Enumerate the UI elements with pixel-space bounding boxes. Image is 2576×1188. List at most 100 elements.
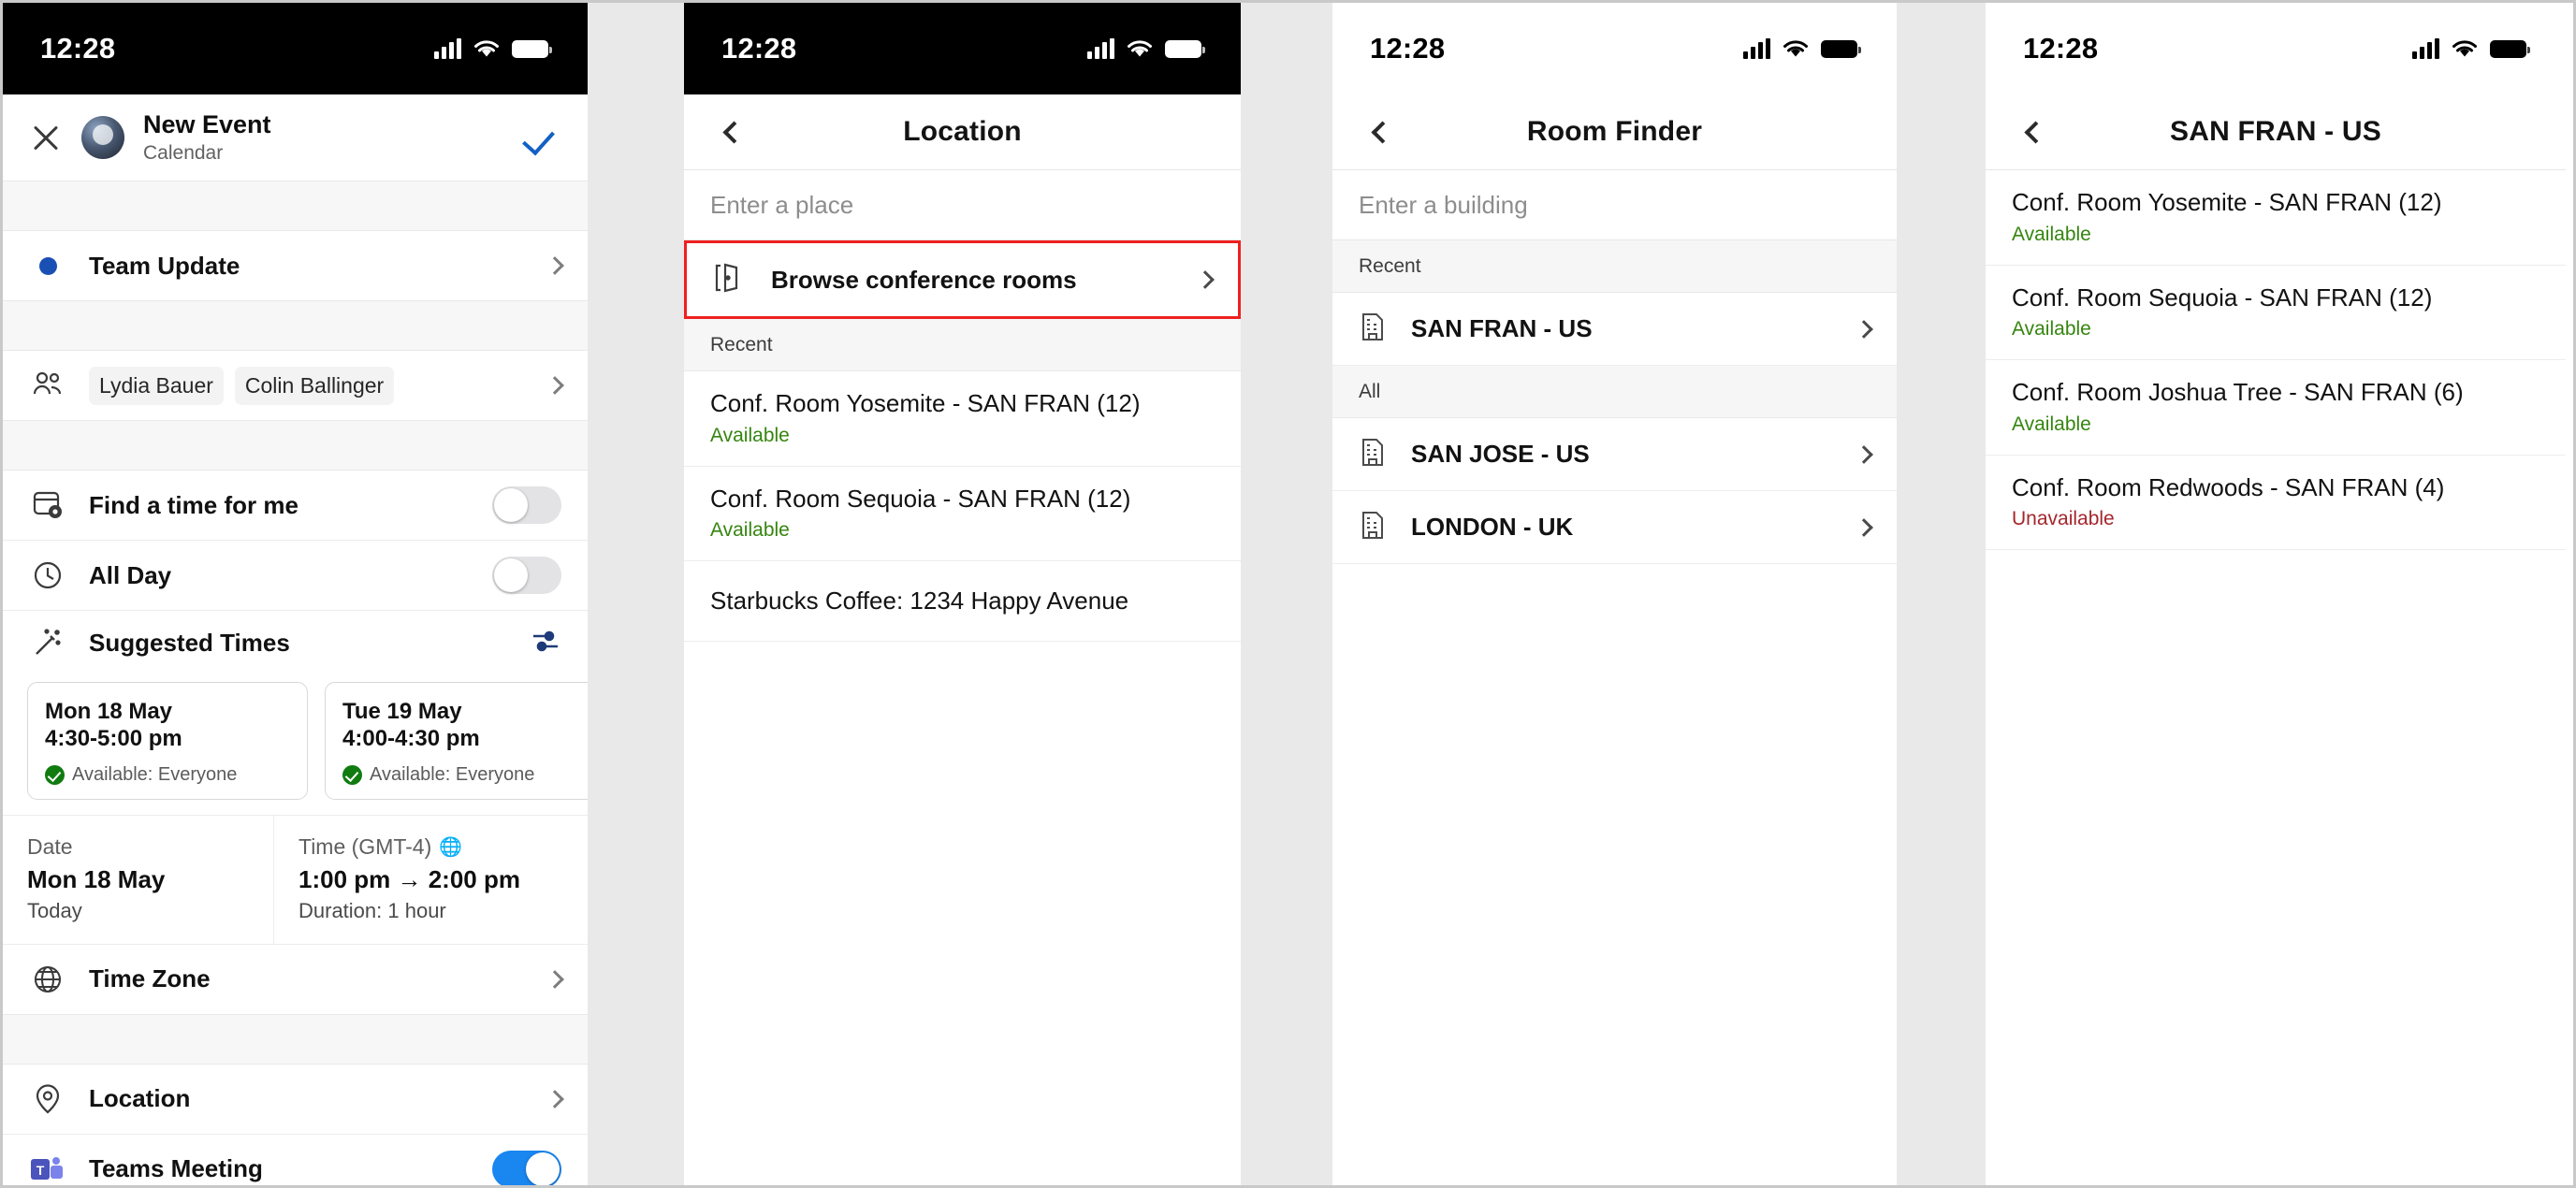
panel-strip: 12:28 New Event Calendar Team Update Lyd…: [3, 3, 2573, 1185]
suggested-times-cards: Mon 18 May 4:30-5:00 pm Available: Everyo…: [3, 674, 588, 815]
time-zone-row[interactable]: Time Zone: [3, 944, 588, 1014]
table-row[interactable]: Conf. Room Redwoods - SAN FRAN (4) Unava…: [1986, 455, 2566, 550]
room-name: Conf. Room Joshua Tree - SAN FRAN (6): [2012, 378, 2464, 406]
screenshot-root: 12:28 New Event Calendar Team Update Lyd…: [0, 0, 2576, 1188]
building-rooms-screen: SAN FRAN - US Conf. Room Yosemite - SAN …: [1986, 94, 2566, 1185]
attendees-row[interactable]: Lydia Bauer Colin Ballinger: [3, 351, 588, 420]
find-time-toggle[interactable]: [492, 486, 561, 524]
battery-icon: [2490, 39, 2530, 58]
gap-3: [1897, 3, 1986, 1185]
status-bar-4: 12:28: [1986, 3, 2566, 94]
suggested-times-row: Suggested Times: [3, 611, 588, 674]
location-pin-icon: [27, 1083, 68, 1115]
chevron-right-icon: [546, 376, 564, 395]
teams-meeting-label: Teams Meeting: [89, 1154, 263, 1183]
date-value: Mon 18 May: [27, 864, 166, 893]
teams-icon: T: [27, 1155, 68, 1183]
status-bar-1: 12:28: [3, 3, 588, 94]
suggested-card-time: 4:30-5:00 pm: [45, 726, 182, 752]
building-name: SAN JOSE - US: [1411, 440, 1590, 468]
building-search-input[interactable]: Enter a building: [1332, 169, 1897, 240]
status-badge: Available: [710, 424, 790, 446]
suggested-times-label: Suggested Times: [89, 628, 290, 657]
table-row[interactable]: Conf. Room Sequoia - SAN FRAN (12) Avail…: [1986, 265, 2566, 360]
time-cell[interactable]: Time (GMT-4) 🌐 1:00 pm → 2:00 pm Duratio…: [274, 816, 588, 944]
date-sub: Today: [27, 898, 82, 922]
attendee-chips: Lydia Bauer Colin Ballinger: [89, 366, 528, 405]
wifi-icon: [2452, 39, 2477, 56]
all-section-label: All: [1332, 366, 1897, 418]
event-subtitle: Calendar: [143, 141, 224, 164]
building-item-san-fran[interactable]: SAN FRAN - US: [1332, 293, 1897, 366]
phone-panel-location: 12:28 Location Enter a place Browse conf…: [684, 3, 1241, 1185]
location-sheet: Location Enter a place Browse conference…: [684, 94, 1241, 1185]
suggested-card-time: 4:00-4:30 pm: [342, 726, 480, 752]
list-item[interactable]: Conf. Room Sequoia - SAN FRAN (12) Avail…: [684, 466, 1241, 561]
close-icon[interactable]: [29, 121, 63, 154]
signal-bars-icon: [2412, 38, 2439, 59]
filter-settings-icon[interactable]: [530, 627, 561, 659]
status-badge: Unavailable: [2012, 508, 2115, 529]
gap-1: [588, 3, 684, 1185]
wifi-icon: [474, 39, 499, 56]
divider-block-2: [3, 300, 588, 351]
wifi-icon: [1128, 39, 1152, 56]
find-time-icon: [27, 489, 68, 521]
chevron-right-icon: [1855, 517, 1873, 537]
table-row[interactable]: Conf. Room Yosemite - SAN FRAN (12) Avai…: [1986, 170, 2566, 266]
status-time: 12:28: [2023, 32, 2099, 65]
event-header-titles: New Event Calendar: [143, 110, 503, 166]
status-bar-3: 12:28: [1332, 3, 1897, 94]
status-badge: Available: [710, 519, 790, 541]
room-name: Conf. Room Redwoods - SAN FRAN (4): [2012, 472, 2445, 501]
status-indicators: [1743, 38, 1861, 59]
date-cell[interactable]: Date Mon 18 May Today: [3, 815, 274, 944]
find-time-label: Find a time for me: [89, 490, 298, 519]
available-check-icon: [342, 764, 362, 785]
calendar-row[interactable]: Team Update: [3, 231, 588, 300]
all-day-row[interactable]: All Day: [3, 541, 588, 610]
suggested-time-card[interactable]: Mon 18 May 4:30-5:00 pm Available: Everyo…: [27, 682, 308, 800]
browse-conference-rooms-row[interactable]: Browse conference rooms: [687, 243, 1238, 316]
attendee-chip[interactable]: Colin Ballinger: [234, 366, 395, 405]
chevron-left-icon[interactable]: [714, 115, 748, 149]
teams-meeting-row[interactable]: T Teams Meeting: [3, 1134, 588, 1185]
attendee-chip[interactable]: Lydia Bauer: [89, 366, 224, 405]
place-search-input[interactable]: Enter a place: [684, 169, 1241, 240]
suggested-time-card[interactable]: Tue 19 May 4:00-4:30 pm Available: Everyo…: [325, 682, 588, 800]
phone-panel-new-event: 12:28 New Event Calendar Team Update Lyd…: [3, 3, 588, 1185]
location-row[interactable]: Location: [3, 1064, 588, 1134]
table-row[interactable]: Conf. Room Joshua Tree - SAN FRAN (6) Av…: [1986, 360, 2566, 456]
list-item[interactable]: Starbucks Coffee: 1234 Happy Avenue: [684, 561, 1241, 642]
check-icon[interactable]: [522, 119, 560, 156]
chevron-right-icon: [546, 969, 564, 989]
location-name: Starbucks Coffee: 1234 Happy Avenue: [710, 587, 1129, 615]
signal-bars-icon: [434, 38, 461, 59]
divider-block-4: [3, 1013, 588, 1065]
building-rooms-navbar: SAN FRAN - US: [1986, 94, 2566, 169]
battery-icon: [512, 39, 552, 58]
signal-bars-icon: [1087, 38, 1114, 59]
building-name: SAN FRAN - US: [1411, 314, 1593, 342]
building-item-san-jose[interactable]: SAN JOSE - US: [1332, 418, 1897, 491]
building-item-london[interactable]: LONDON - UK: [1332, 491, 1897, 564]
teams-logo-glyph: T: [31, 1156, 63, 1180]
event-header: New Event Calendar: [3, 94, 588, 181]
list-item[interactable]: Conf. Room Yosemite - SAN FRAN (12) Avai…: [684, 371, 1241, 467]
date-time-row: Date Mon 18 May Today Time (GMT-4) 🌐 1:0…: [3, 814, 588, 945]
gap-2: [1241, 3, 1332, 1185]
chevron-left-icon[interactable]: [2016, 115, 2049, 149]
find-time-row[interactable]: Find a time for me: [3, 471, 588, 540]
phone-panel-room-finder: 12:28 Room Finder Enter a building Recen…: [1332, 3, 1897, 1185]
calendar-row-label: Team Update: [89, 251, 240, 280]
wifi-icon: [1783, 39, 1808, 56]
chevron-left-icon[interactable]: [1362, 115, 1396, 149]
teams-meeting-toggle[interactable]: [492, 1150, 561, 1185]
chevron-right-icon: [1196, 270, 1215, 289]
status-badge: Available: [2012, 318, 2091, 340]
status-time: 12:28: [721, 32, 797, 65]
suggested-card-date: Mon 18 May: [45, 699, 173, 724]
page-title: Location: [903, 116, 1022, 147]
chevron-right-icon: [1855, 444, 1873, 464]
all-day-toggle[interactable]: [492, 557, 561, 594]
